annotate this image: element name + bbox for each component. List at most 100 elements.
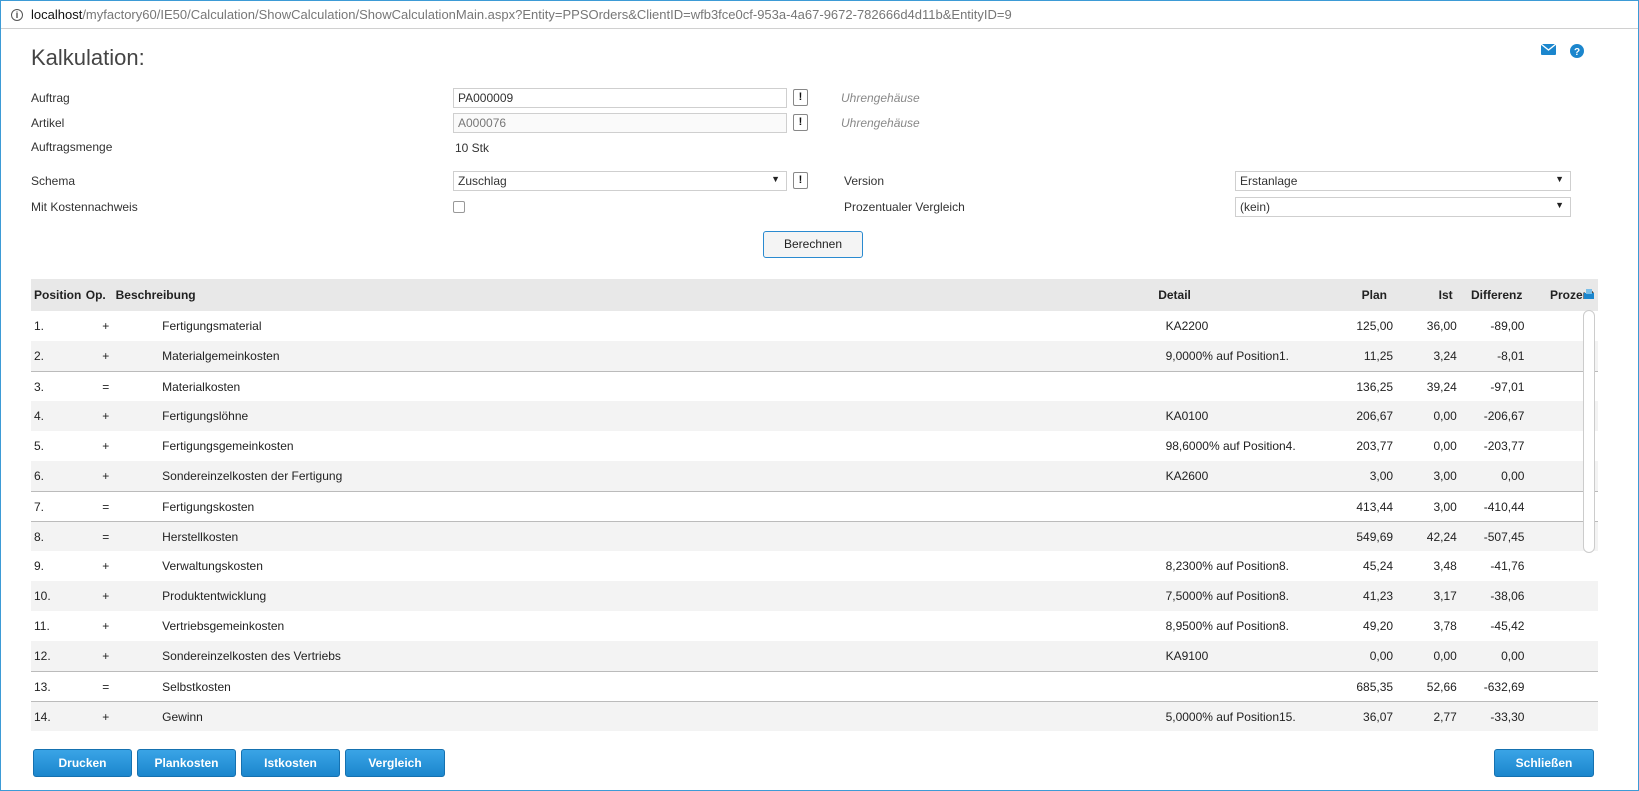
auftrag-lookup-button[interactable]: ! xyxy=(793,89,808,106)
col-plan[interactable]: Plan xyxy=(1301,288,1391,302)
version-select[interactable]: Erstanlage ▼ xyxy=(1235,171,1571,191)
cell-position: 5. xyxy=(34,439,45,453)
cell-ist: 3,00 xyxy=(1433,499,1457,514)
table-row[interactable]: 2. + Materialgemeinkosten 9,0000% auf Posit… xyxy=(31,341,1598,371)
cell-differenz: -89,00 xyxy=(1490,319,1525,333)
cell-plan: 0,00 xyxy=(1369,649,1394,663)
berechnen-button[interactable]: Berechnen xyxy=(763,231,863,258)
auftragsmenge-value: 10 Stk xyxy=(455,141,490,155)
auftrag-input[interactable]: PA000009 xyxy=(453,88,787,108)
cell-ist: 2,77 xyxy=(1433,709,1457,724)
schema-lookup-button[interactable]: ! xyxy=(793,172,808,189)
url-host: localhost xyxy=(31,7,83,22)
schema-select[interactable]: Zuschlag ▼ xyxy=(453,171,787,191)
col-detail[interactable]: Detail xyxy=(1152,288,1301,302)
kostennachweis-label: Mit Kostennachweis xyxy=(31,200,138,214)
cell-op: = xyxy=(102,499,110,514)
cell-plan: 206,67 xyxy=(1356,409,1394,423)
cell-plan: 413,44 xyxy=(1356,499,1394,514)
grid-header: Position Op. Beschreibung Detail Plan Is… xyxy=(31,279,1598,311)
cell-plan: 3,00 xyxy=(1369,469,1394,483)
table-row[interactable]: 12. + Sondereinzelkosten des Vertriebs KA91… xyxy=(31,641,1598,671)
col-position[interactable]: Position xyxy=(31,288,83,302)
table-row[interactable]: 7. = Fertigungskosten 413,44 3,00 -410,44 xyxy=(31,491,1598,521)
cell-beschreibung: Materialgemeinkosten xyxy=(162,349,280,363)
export-icon[interactable] xyxy=(1584,288,1594,302)
table-row[interactable]: 6. + Sondereinzelkosten der Fertigung KA260… xyxy=(31,461,1598,491)
version-label: Version xyxy=(844,174,885,188)
info-icon[interactable]: i xyxy=(11,8,23,21)
table-row[interactable]: 14. + Gewinn 5,0000% auf Position15. 36,07 2,… xyxy=(31,701,1598,731)
cell-op: + xyxy=(102,439,110,453)
cell-position: 9. xyxy=(34,559,45,573)
mail-icon[interactable] xyxy=(1540,43,1557,61)
cell-op: + xyxy=(102,589,110,603)
cell-position: 6. xyxy=(34,469,45,483)
schema-select-value: Zuschlag xyxy=(458,174,507,188)
artikel-lookup-button[interactable]: ! xyxy=(793,114,808,131)
cell-beschreibung: Verwaltungskosten xyxy=(162,559,263,573)
artikel-hint: Uhrengehäuse xyxy=(841,116,920,130)
cell-detail: KA2200 xyxy=(1165,319,1209,333)
cell-plan: 549,69 xyxy=(1356,529,1394,544)
table-row[interactable]: 5. + Fertigungsgemeinkosten 98,6000% auf Po… xyxy=(31,431,1598,461)
cell-ist: 52,66 xyxy=(1426,679,1457,694)
cell-op: + xyxy=(102,469,110,483)
cell-op: = xyxy=(102,529,110,544)
address-bar[interactable]: i localhost/myfactory60/IE50/Calculation… xyxy=(1,1,1638,29)
col-beschreibung[interactable]: Beschreibung xyxy=(113,288,1153,302)
cell-differenz: 0,00 xyxy=(1501,649,1525,663)
cell-beschreibung: Sondereinzelkosten der Fertigung xyxy=(162,469,343,483)
istkosten-button[interactable]: Istkosten xyxy=(241,749,340,777)
cell-op: = xyxy=(102,379,110,394)
cell-position: 3. xyxy=(34,379,45,394)
table-row[interactable]: 9. + Verwaltungskosten 8,2300% auf Position… xyxy=(31,551,1598,581)
table-row[interactable]: 4. + Fertigungslöhne KA0100 206,67 0,00 -206,6… xyxy=(31,401,1598,431)
vergleich-select[interactable]: (kein) ▼ xyxy=(1235,197,1571,217)
cell-op: + xyxy=(102,409,110,423)
col-ist[interactable]: Ist xyxy=(1391,288,1457,302)
cell-beschreibung: Fertigungskosten xyxy=(162,499,255,514)
cell-detail: 8,2300% auf Position8. xyxy=(1165,559,1289,573)
cell-op: + xyxy=(102,559,110,573)
cell-position: 10. xyxy=(34,589,51,603)
calculation-grid: Position Op. Beschreibung Detail Plan Is… xyxy=(31,279,1598,745)
vergleich-button[interactable]: Vergleich xyxy=(345,749,445,777)
cell-position: 12. xyxy=(34,649,51,663)
cell-differenz: 0,00 xyxy=(1501,469,1525,483)
url-path: /myfactory60/IE50/Calculation/ShowCalcul… xyxy=(82,7,1012,22)
cell-op: + xyxy=(102,709,110,724)
cell-beschreibung: Sondereinzelkosten des Vertriebs xyxy=(162,649,341,663)
cell-differenz: -33,30 xyxy=(1490,709,1525,724)
cell-detail: KA2600 xyxy=(1165,469,1209,483)
cell-detail: KA0100 xyxy=(1165,409,1209,423)
kostennachweis-checkbox[interactable] xyxy=(453,201,465,213)
cell-beschreibung: Materialkosten xyxy=(162,379,241,394)
plankosten-button[interactable]: Plankosten xyxy=(137,749,236,777)
schliessen-button[interactable]: Schließen xyxy=(1494,749,1594,777)
col-op[interactable]: Op. xyxy=(83,288,113,302)
drucken-button[interactable]: Drucken xyxy=(33,749,132,777)
cell-beschreibung: Fertigungsgemeinkosten xyxy=(162,439,294,453)
vergleich-label: Prozentualer Vergleich xyxy=(844,200,965,214)
table-row[interactable]: 13. = Selbstkosten 685,35 52,66 -632,69 xyxy=(31,671,1598,701)
table-row[interactable]: 11. + Vertriebsgemeinkosten 8,9500% auf Pos… xyxy=(31,611,1598,641)
col-differenz[interactable]: Differenz xyxy=(1457,288,1527,302)
chevron-down-icon: ▼ xyxy=(1555,174,1564,184)
cell-differenz: -8,01 xyxy=(1497,349,1525,363)
table-row[interactable]: 1. + Fertigungsmaterial KA2200 125,00 36,00 -8… xyxy=(31,311,1598,341)
cell-op: + xyxy=(102,319,110,333)
table-row[interactable]: 3. = Materialkosten 136,25 39,24 -97,01 xyxy=(31,371,1598,401)
page-title: Kalkulation: xyxy=(31,45,145,70)
help-icon[interactable]: ? xyxy=(1570,44,1584,61)
cell-detail: 7,5000% auf Position8. xyxy=(1165,589,1289,603)
grid-scrollbar[interactable] xyxy=(1583,310,1595,553)
cell-ist: 3,24 xyxy=(1433,349,1457,363)
cell-position: 1. xyxy=(34,319,45,333)
table-row[interactable]: 8. = Herstellkosten 549,69 42,24 -507,45 xyxy=(31,521,1598,551)
artikel-input[interactable]: A000076 xyxy=(453,113,787,133)
cell-detail: 5,0000% auf Position15. xyxy=(1165,709,1296,724)
table-row[interactable]: 10. + Produktentwicklung 7,5000% auf Positi… xyxy=(31,581,1598,611)
cell-plan: 41,23 xyxy=(1363,589,1394,603)
cell-ist: 0,00 xyxy=(1433,409,1457,423)
